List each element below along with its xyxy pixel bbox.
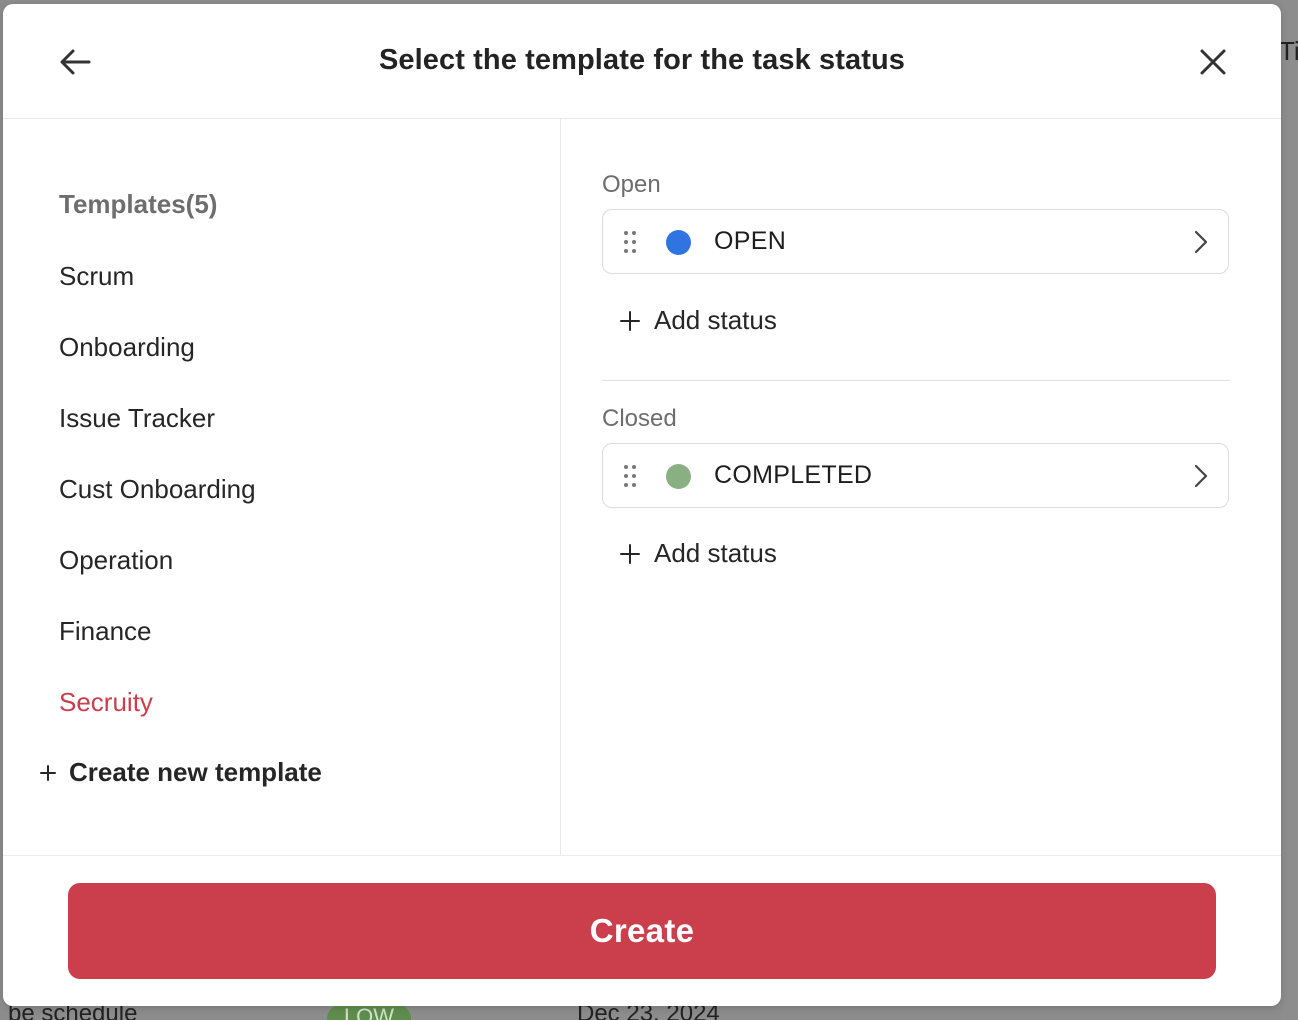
close-icon xyxy=(1200,49,1226,75)
template-item-security[interactable]: Secruity xyxy=(59,687,153,718)
status-group-open-label: Open xyxy=(602,171,661,198)
chevron-right-icon xyxy=(1194,464,1208,488)
status-group-closed-label: Closed xyxy=(602,405,677,432)
background-date: Dec 23, 2024 xyxy=(577,1006,720,1020)
create-new-template-button[interactable]: Create new template xyxy=(39,757,322,788)
template-item-scrum[interactable]: Scrum xyxy=(59,261,134,292)
add-status-open-button[interactable]: Add status xyxy=(620,305,777,336)
status-name: COMPLETED xyxy=(714,461,873,489)
template-item-cust-onboarding[interactable]: Cust Onboarding xyxy=(59,474,256,505)
template-item-operation[interactable]: Operation xyxy=(59,545,173,576)
template-item-finance[interactable]: Finance xyxy=(59,616,152,647)
background-title-peek: Ti xyxy=(1279,36,1298,66)
template-modal: Select the template for the task status … xyxy=(3,4,1281,1006)
plus-icon xyxy=(620,543,640,564)
add-status-label: Add status xyxy=(654,305,777,335)
plus-icon xyxy=(39,764,57,782)
modal-title: Select the template for the task status xyxy=(378,44,906,76)
chevron-right-icon xyxy=(1194,230,1208,254)
plus-icon xyxy=(620,310,640,331)
status-color-dot xyxy=(666,464,691,489)
background-task-text: be schedule xyxy=(8,1006,138,1020)
close-button[interactable] xyxy=(1191,40,1235,84)
add-status-closed-button[interactable]: Add status xyxy=(620,538,777,569)
status-color-dot xyxy=(666,230,691,255)
status-panel: Open OPEN Add status Closed COMPLETED Ad… xyxy=(561,119,1281,855)
templates-panel: Templates(5) Scrum Onboarding Issue Trac… xyxy=(3,119,561,855)
status-row-open[interactable]: OPEN xyxy=(602,209,1229,274)
status-name: OPEN xyxy=(714,227,787,255)
create-new-template-label: Create new template xyxy=(69,757,322,787)
template-item-onboarding[interactable]: Onboarding xyxy=(59,332,195,363)
status-row-completed[interactable]: COMPLETED xyxy=(602,443,1229,508)
background-priority-badge: LOW xyxy=(327,1006,411,1020)
background-table-row: be schedule LOW Dec 23, 2024 xyxy=(0,1006,1298,1020)
create-button[interactable]: Create xyxy=(68,883,1216,979)
add-status-label: Add status xyxy=(654,538,777,568)
templates-heading: Templates(5) xyxy=(59,189,218,219)
background-right-strip xyxy=(1282,0,1298,1020)
status-group-divider xyxy=(602,380,1230,381)
template-item-issue-tracker[interactable]: Issue Tracker xyxy=(59,403,215,434)
modal-header: Select the template for the task status xyxy=(3,4,1281,119)
drag-handle-icon[interactable] xyxy=(622,464,638,488)
modal-footer: Create xyxy=(3,855,1281,1006)
drag-handle-icon[interactable] xyxy=(622,230,638,254)
